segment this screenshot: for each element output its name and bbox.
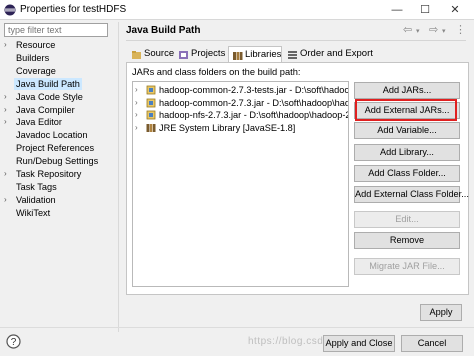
nav-item-label: Java Editor (16, 117, 62, 128)
add-class-folder-button[interactable]: Add Class Folder... (354, 165, 460, 182)
library-icon (146, 123, 156, 132)
minimize-button[interactable]: — (382, 0, 412, 20)
expand-arrow-icon[interactable]: › (4, 39, 14, 51)
expand-arrow-icon[interactable]: › (4, 194, 14, 206)
tab-label: Order and Export (300, 48, 373, 59)
library-entry-label: hadoop-common-2.7.3-tests.jar - D:\soft\… (159, 85, 349, 95)
apply-button[interactable]: Apply (420, 304, 462, 321)
apply-and-close-button[interactable]: Apply and Close (323, 335, 395, 352)
nav-item-label: Builders (16, 52, 50, 63)
library-entry[interactable]: › hadoop-common-2.7.3-tests.jar - D:\soft… (133, 84, 349, 96)
close-button[interactable]: ✕ (440, 0, 470, 20)
nav-item-label: Task Tags (16, 181, 57, 192)
nav-item-label: Run/Debug Settings (16, 156, 99, 167)
expand-arrow-icon[interactable]: › (4, 91, 14, 103)
library-entry[interactable]: › hadoop-common-2.7.3.jar - D:\soft\hadoo… (133, 97, 349, 109)
libraries-icon (233, 52, 243, 60)
nav-item-label: Project References (16, 143, 95, 154)
nav-item-label: Javadoc Location (16, 130, 88, 141)
add-variable-button[interactable]: Add Variable... (354, 122, 460, 139)
order-export-icon (288, 51, 297, 59)
expand-arrow-icon[interactable]: › (135, 97, 143, 109)
back-arrow-icon[interactable]: ⇦ (403, 23, 412, 36)
source-folder-icon (132, 51, 141, 59)
filter-input[interactable] (4, 23, 108, 37)
jar-icon (146, 98, 156, 107)
add-external-jars-button[interactable]: Add External JARs... (354, 102, 460, 119)
property-page-tree: › Resource Builders Coverage Java Build Path… (4, 39, 114, 335)
nav-item-label: Validation (16, 194, 56, 205)
title-bar: Properties for testHDFS — ☐ ✕ (0, 0, 474, 20)
build-path-tabs: Source Projects Libraries Order and Export (128, 46, 468, 63)
forward-dropdown-icon[interactable]: ▾ (442, 27, 446, 35)
library-entry[interactable]: › hadoop-nfs-2.7.3.jar - D:\soft\hadoop\h… (133, 109, 349, 121)
tab-projects[interactable]: Projects (175, 46, 227, 63)
tab-label: Source (144, 48, 175, 59)
window-title: Properties for testHDFS (20, 4, 127, 15)
expand-arrow-icon[interactable]: › (4, 168, 14, 180)
eclipse-icon (4, 4, 16, 16)
help-icon[interactable]: ? (6, 334, 21, 349)
nav-item-label: Coverage (16, 65, 56, 76)
pane-splitter[interactable] (118, 22, 119, 332)
svg-text:?: ? (11, 337, 17, 348)
tab-label: Libraries (245, 49, 282, 60)
remove-button[interactable]: Remove (354, 232, 460, 249)
page-title: Java Build Path (126, 25, 201, 36)
back-dropdown-icon[interactable]: ▾ (416, 27, 420, 35)
expand-arrow-icon[interactable]: › (135, 84, 143, 96)
tab-source[interactable]: Source (128, 46, 174, 63)
tab-libraries[interactable]: Libraries (228, 46, 282, 63)
libraries-tree[interactable]: › hadoop-common-2.7.3-tests.jar - D:\soft… (132, 81, 349, 287)
migrate-jar-button[interactable]: Migrate JAR File... (354, 258, 460, 275)
library-entry-label: JRE System Library [JavaSE-1.8] (159, 122, 296, 133)
nav-item-label: Resource (16, 40, 56, 50)
tab-label: Projects (191, 48, 226, 59)
expand-arrow-icon[interactable]: › (4, 104, 14, 116)
libraries-caption: JARs and class folders on the build path… (132, 67, 301, 77)
footer-separator (0, 327, 474, 328)
library-entry-label: hadoop-nfs-2.7.3.jar - D:\soft\hadoop\ha… (159, 110, 349, 120)
add-library-button[interactable]: Add Library... (354, 144, 460, 161)
expand-arrow-icon[interactable]: › (4, 116, 14, 128)
jar-icon (146, 110, 156, 120)
library-entry[interactable]: › JRE System Library [JavaSE-1.8] (133, 122, 348, 134)
expand-arrow-icon[interactable]: › (135, 109, 143, 121)
nav-item-label: WikiText (16, 207, 51, 218)
cancel-button[interactable]: Cancel (401, 335, 463, 352)
nav-item-label: Java Compiler (16, 104, 75, 115)
library-entry-label: hadoop-common-2.7.3.jar - D:\soft\hadoop… (159, 97, 349, 108)
maximize-button[interactable]: ☐ (410, 0, 440, 20)
edit-button[interactable]: Edit... (354, 211, 460, 228)
projects-icon (179, 51, 188, 59)
add-external-class-folder-button[interactable]: Add External Class Folder... (354, 186, 469, 203)
expand-arrow-icon[interactable]: › (135, 122, 143, 134)
add-jars-button[interactable]: Add JARs... (354, 82, 460, 99)
nav-item-label: Java Build Path (14, 77, 82, 90)
nav-item-label: Java Code Style (16, 91, 83, 102)
forward-arrow-icon[interactable]: ⇨ (429, 23, 438, 36)
jar-icon (146, 85, 156, 95)
view-menu-icon[interactable]: ⋮ (455, 23, 466, 36)
tab-order-and-export[interactable]: Order and Export (284, 46, 373, 63)
title-separator (126, 40, 466, 41)
nav-item-label: Task Repository (16, 169, 82, 179)
